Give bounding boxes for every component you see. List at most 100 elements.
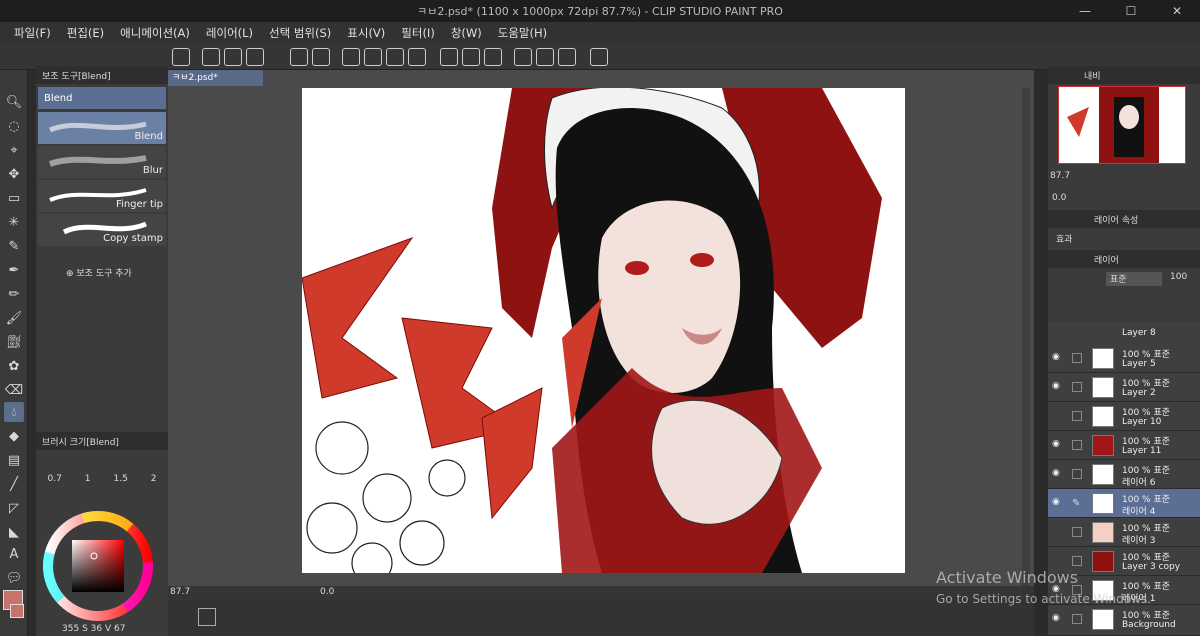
layer-row[interactable]: ◉ 100 % 표준 Layer 11 — [1048, 431, 1200, 460]
menu-help[interactable]: 도움말(H) — [490, 25, 555, 41]
menu-file[interactable]: 파일(F) — [6, 25, 59, 41]
clear-icon[interactable] — [342, 48, 360, 66]
brush-blur[interactable]: Blur — [38, 146, 166, 178]
menu-selection[interactable]: 선택 범위(S) — [261, 25, 339, 41]
new-file-icon[interactable] — [202, 48, 220, 66]
blend-mode-select[interactable]: 표준 — [1106, 272, 1162, 286]
menu-bar: 파일(F) 편집(E) 애니메이션(A) 레이어(L) 선택 범위(S) 표시(… — [0, 22, 1200, 44]
add-subtool-button[interactable]: ⊕ 보조 도구 추가 — [66, 266, 132, 279]
layer-row[interactable]: 100 % 표준 Layer 10 — [1048, 402, 1200, 431]
navigator-thumbnail[interactable] — [1058, 86, 1186, 164]
layer-row[interactable]: ◉ 100 % 표준 Layer 2 — [1048, 373, 1200, 402]
menu-view[interactable]: 표시(V) — [339, 25, 393, 41]
menu-window[interactable]: 창(W) — [443, 25, 490, 41]
blur-stroke-icon — [48, 155, 147, 167]
layer-lock-checkbox[interactable] — [1072, 382, 1082, 392]
navigator-angle[interactable]: 0.0 — [1052, 193, 1066, 203]
brush-finger-tip[interactable]: Finger tip — [38, 180, 166, 212]
brush-blend[interactable]: Blend — [38, 112, 166, 144]
show-selection-icon[interactable] — [484, 48, 502, 66]
ruler-special-icon[interactable] — [536, 48, 554, 66]
text-tool-icon[interactable]: A — [4, 544, 24, 564]
zoom-tool-icon[interactable]: 🔍︎ — [4, 92, 24, 112]
maximize-button[interactable]: ☐ — [1108, 0, 1154, 22]
eraser-icon[interactable]: ⌫ — [4, 380, 24, 400]
brush-tool-icon[interactable]: 🖌︎ — [4, 308, 24, 328]
brush-size-option[interactable]: 0.7 — [47, 474, 61, 484]
decoration-icon[interactable]: ✿ — [4, 356, 24, 376]
fill-tool-icon[interactable]: ◆ — [4, 426, 24, 446]
blend-tool-icon[interactable]: 💧︎ — [4, 402, 24, 422]
move-tool-icon[interactable]: ✥ — [4, 164, 24, 184]
lasso-tool-icon[interactable]: ◌ — [4, 116, 24, 136]
menu-filter[interactable]: 필터(I) — [393, 25, 443, 41]
layer-lock-checkbox[interactable] — [1072, 440, 1082, 450]
eye-icon[interactable]: ◉ — [1052, 439, 1064, 449]
title-bar: ㅋㅂ2.psd* (1100 x 1000px 72dpi 87.7%) - C… — [0, 0, 1200, 22]
navigator-zoom[interactable]: 87.7 — [1050, 171, 1070, 181]
clear-outside-icon[interactable] — [364, 48, 382, 66]
ruler-snap-icon[interactable] — [514, 48, 532, 66]
zoom-value[interactable]: 87.7 — [170, 587, 190, 597]
magic-wand-icon[interactable]: ✳ — [4, 212, 24, 232]
layer-row[interactable]: ◉ 100 % 표준 Background — [1048, 605, 1200, 636]
pen-tool-icon[interactable]: ✒ — [4, 260, 24, 280]
save-icon[interactable] — [246, 48, 264, 66]
layer-row[interactable]: ◉ 100 % 표준 레이어 6 — [1048, 460, 1200, 489]
clip-studio-icon[interactable] — [172, 48, 190, 66]
menu-animation[interactable]: 애니메이션(A) — [112, 25, 198, 41]
minimize-button[interactable]: — — [1062, 0, 1108, 22]
help-icon[interactable] — [590, 48, 608, 66]
menu-layer[interactable]: 레이어(L) — [198, 25, 261, 41]
balloon-icon[interactable]: 💬︎ — [4, 568, 24, 588]
selection-tool-icon[interactable]: ▭ — [4, 188, 24, 208]
subtool-group-blend[interactable]: Blend — [38, 87, 166, 109]
layout-icon[interactable] — [198, 608, 216, 626]
color-wheel[interactable] — [36, 506, 168, 636]
pencil-tool-icon[interactable]: ✏ — [4, 284, 24, 304]
document-tab[interactable]: ㅋㅂ2.psd* — [168, 70, 263, 86]
layer-lock-checkbox[interactable] — [1072, 614, 1082, 624]
gradient-icon[interactable]: ▤ — [4, 450, 24, 470]
eye-icon[interactable]: ◉ — [1052, 613, 1064, 623]
grid-snap-icon[interactable] — [558, 48, 576, 66]
invert-selection-icon[interactable] — [462, 48, 480, 66]
transform-icon[interactable] — [408, 48, 426, 66]
close-button[interactable]: ✕ — [1154, 0, 1200, 22]
layer-row[interactable]: ◉ 100 % 표준 Layer 5 — [1048, 344, 1200, 373]
frame-icon[interactable]: ◸ — [4, 498, 24, 518]
angle-value[interactable]: 0.0 — [320, 587, 334, 597]
vertical-scrollbar[interactable] — [1022, 88, 1030, 588]
layer-row[interactable]: 100 % 표준 레이어 3 — [1048, 518, 1200, 547]
airbrush-icon[interactable]: ⛽︎ — [4, 332, 24, 352]
eye-icon[interactable]: ◉ — [1052, 381, 1064, 391]
eye-icon[interactable]: ◉ — [1052, 497, 1064, 507]
operation-tool-icon[interactable]: ⌖ — [4, 140, 24, 160]
layer-opacity[interactable]: 100 — [1170, 272, 1187, 282]
layer-lock-checkbox[interactable] — [1072, 469, 1082, 479]
eye-icon[interactable]: ◉ — [1052, 352, 1064, 362]
fill-icon[interactable] — [386, 48, 404, 66]
brush-size-header: 브러시 크기[Blend] — [36, 432, 168, 450]
layer-thumbnail — [1092, 551, 1114, 572]
ruler-icon[interactable]: ◣ — [4, 522, 24, 542]
brush-copy-stamp[interactable]: Copy stamp — [38, 214, 166, 246]
brush-size-option[interactable]: 1 — [85, 474, 91, 484]
eyedropper-icon[interactable]: ✎ — [4, 236, 24, 256]
layer-lock-checkbox[interactable] — [1072, 411, 1082, 421]
undo-icon[interactable] — [290, 48, 308, 66]
layer-lock-checkbox[interactable] — [1072, 556, 1082, 566]
brush-size-option[interactable]: 2 — [151, 474, 157, 484]
layer-lock-checkbox[interactable] — [1072, 527, 1082, 537]
redo-icon[interactable] — [312, 48, 330, 66]
eye-icon[interactable]: ◉ — [1052, 468, 1064, 478]
layer-lock-checkbox[interactable] — [1072, 353, 1082, 363]
sub-color-swatch[interactable] — [10, 604, 24, 618]
brush-size-option[interactable]: 1.5 — [113, 474, 127, 484]
open-folder-icon[interactable] — [224, 48, 242, 66]
menu-edit[interactable]: 편집(E) — [59, 25, 112, 41]
canvas[interactable] — [302, 88, 905, 573]
deselect-icon[interactable] — [440, 48, 458, 66]
figure-icon[interactable]: ╱ — [4, 474, 24, 494]
layer-row-selected[interactable]: ◉ ✎ 100 % 표준 레이어 4 — [1048, 489, 1200, 518]
